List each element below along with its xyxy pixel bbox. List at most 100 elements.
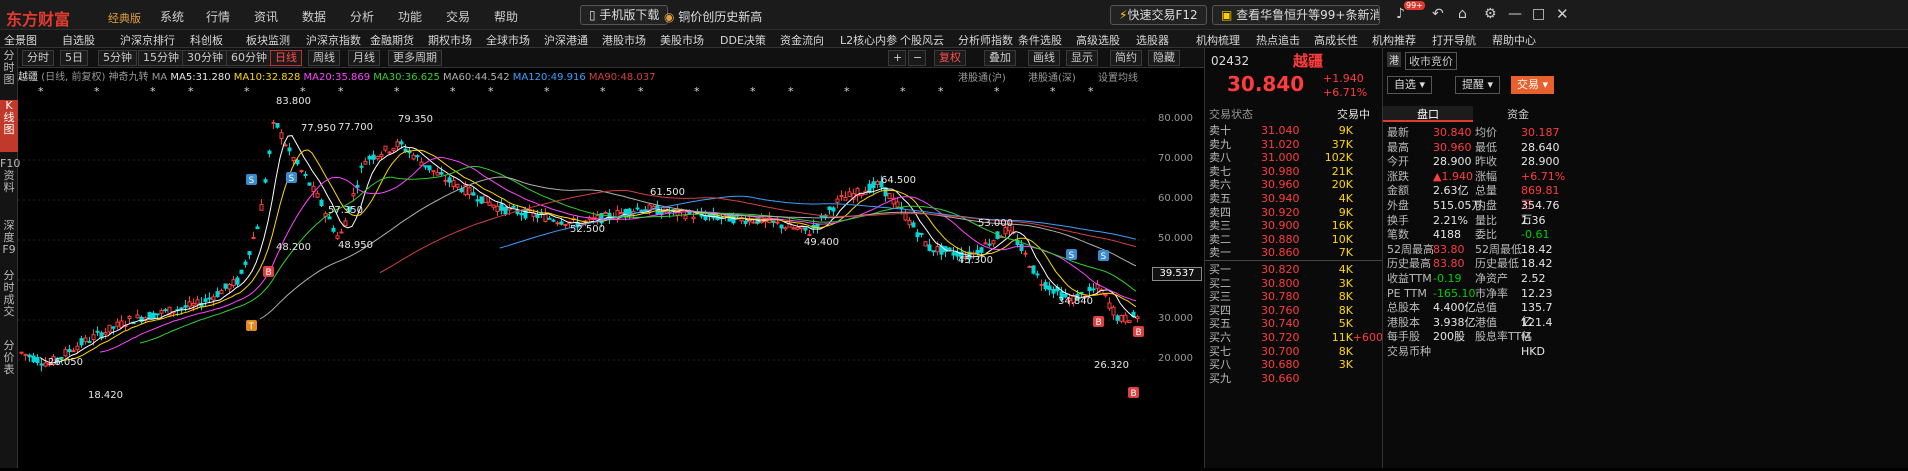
period-5min[interactable]: 5分钟 — [98, 50, 137, 66]
tab-timeshare[interactable]: 分时图 — [0, 50, 18, 96]
period-day[interactable]: 日线 — [270, 50, 302, 66]
nav-options[interactable]: 期权市场 — [428, 32, 472, 48]
maximize-icon[interactable]: □ — [1532, 6, 1545, 22]
nav-analyst[interactable]: 分析师指数 — [958, 32, 1013, 48]
nav-star-market[interactable]: 科创板 — [190, 32, 223, 48]
candle-body — [103, 332, 108, 335]
ma-settings-button[interactable]: 设置均线 — [1098, 69, 1138, 84]
menu-help[interactable]: 帮助 — [494, 8, 518, 25]
period-15min[interactable]: 15分钟 — [138, 50, 184, 66]
nav-global[interactable]: 全球市场 — [486, 32, 530, 48]
watchlist-dropdown[interactable]: 自选 ▾ — [1387, 76, 1433, 94]
nav-us[interactable]: 美股市场 — [660, 32, 704, 48]
simple-button[interactable]: 简约 — [1110, 50, 1142, 66]
hide-button[interactable]: 隐藏 — [1148, 50, 1180, 66]
nav-fund-flow[interactable]: 资金流向 — [780, 32, 824, 48]
period-more[interactable]: 更多周期 — [388, 50, 442, 66]
period-60min[interactable]: 60分钟 — [226, 50, 272, 66]
buy-level-row[interactable]: 买六 30.720 11K +600 — [1205, 331, 1383, 344]
trade-button[interactable]: 交易 ▾ — [1511, 76, 1555, 94]
kline-chart[interactable]: * * * * * * * * * * * * * * * * * * * * * * B T S S B B S S B 83.800 7… — [18, 84, 1204, 468]
sell-level-row[interactable]: 卖一 30.860 7K — [1205, 246, 1383, 259]
buy-level-row[interactable]: 买四 30.760 8K — [1205, 304, 1383, 317]
overlay-button[interactable]: 叠加 — [984, 50, 1016, 66]
buy-level-row[interactable]: 买三 30.780 8K — [1205, 290, 1383, 303]
nav-index[interactable]: 沪深京指数 — [306, 32, 361, 48]
period-5day[interactable]: 5日 — [60, 50, 88, 66]
menu-news[interactable]: 资讯 — [254, 8, 278, 25]
menu-system[interactable]: 系统 — [160, 8, 184, 25]
message-ticker[interactable]: ▣ 查看华鲁恒升等99+条新消息 — [1212, 5, 1380, 25]
menu-functions[interactable]: 功能 — [398, 8, 422, 25]
nav-watchlist[interactable]: 自选股 — [62, 32, 95, 48]
zoom-out-icon[interactable]: − — [908, 50, 926, 66]
nav-sector-monitor[interactable]: 板块监测 — [246, 32, 290, 48]
nav-connect[interactable]: 沪深港通 — [544, 32, 588, 48]
hk-connect-sh[interactable]: 港股通(沪) — [958, 69, 1006, 84]
sell-level-row[interactable]: 卖七 30.980 21K — [1205, 165, 1383, 178]
hk-connect-sz[interactable]: 港股通(深) — [1028, 69, 1076, 84]
tab-kline[interactable]: K线图 — [0, 100, 18, 152]
sell-level-row[interactable]: 卖四 30.920 9K — [1205, 206, 1383, 219]
nav-open-guide[interactable]: 打开导航 — [1432, 32, 1476, 48]
nav-growth[interactable]: 高成长性 — [1314, 32, 1358, 48]
period-30min[interactable]: 30分钟 — [182, 50, 228, 66]
nav-l2[interactable]: L2核心内参 — [840, 32, 897, 48]
menu-trade[interactable]: 交易 — [446, 8, 470, 25]
tab-capital[interactable]: 资金 — [1473, 106, 1563, 122]
sell-level-row[interactable]: 卖八 31.000 102K — [1205, 151, 1383, 164]
closing-auction-tag[interactable]: 收市竞价 — [1405, 52, 1457, 70]
tab-price-table[interactable]: 分价表 — [0, 340, 18, 388]
sell-level-row[interactable]: 卖三 30.900 16K — [1205, 219, 1383, 232]
sell-level-row[interactable]: 卖九 31.020 37K — [1205, 138, 1383, 151]
buy-level-row[interactable]: 买一 30.820 4K — [1205, 263, 1383, 276]
nav-adv-select[interactable]: 高级选股 — [1076, 32, 1120, 48]
tab-handicap[interactable]: 盘口 — [1383, 106, 1473, 122]
period-month[interactable]: 月线 — [348, 50, 380, 66]
mobile-download-button[interactable]: ▯ 手机版下载 — [580, 5, 669, 25]
buy-level-row[interactable]: 买九 30.660 — [1205, 372, 1383, 385]
sell-level-row[interactable]: 卖五 30.940 4K — [1205, 192, 1383, 205]
sell-level-row[interactable]: 卖六 30.960 20K — [1205, 178, 1383, 191]
nav-screener[interactable]: 选股器 — [1136, 32, 1169, 48]
buy-level-row[interactable]: 买八 30.680 3K — [1205, 358, 1383, 371]
tab-depth[interactable]: 深度F9 — [0, 220, 18, 266]
settings-icon[interactable]: ⚙ — [1484, 6, 1497, 22]
display-button[interactable]: 显示 — [1066, 50, 1098, 66]
nav-recommend[interactable]: 机构推荐 — [1372, 32, 1416, 48]
nav-ranking[interactable]: 沪深京排行 — [120, 32, 175, 48]
news-headline[interactable]: ◉ 铜价创历史新高 — [664, 8, 762, 25]
close-icon[interactable]: ✕ — [1556, 5, 1569, 23]
adjust-button[interactable]: 复权 — [934, 50, 966, 66]
menu-analysis[interactable]: 分析 — [350, 8, 374, 25]
zoom-in-icon[interactable]: + — [888, 50, 906, 66]
nav-hk[interactable]: 港股市场 — [602, 32, 646, 48]
sell-level-row[interactable]: 卖十 31.040 9K — [1205, 124, 1383, 137]
fast-trade-button[interactable]: ⚡快速交易F12 — [1110, 5, 1207, 25]
buy-level-row[interactable]: 买五 30.740 5K — [1205, 317, 1383, 330]
period-timeshare[interactable]: 分时 — [22, 50, 54, 66]
nav-panorama[interactable]: 全景图 — [4, 32, 37, 48]
nav-futures[interactable]: 金融期货 — [370, 32, 414, 48]
buy-level-row[interactable]: 买七 30.700 8K — [1205, 345, 1383, 358]
draw-line-button[interactable]: 画线 — [1028, 50, 1060, 66]
tab-f10[interactable]: F10资料 — [0, 158, 20, 216]
back-icon[interactable]: ↶ — [1432, 6, 1444, 22]
nav-hotspot[interactable]: 热点追击 — [1256, 32, 1300, 48]
remind-button[interactable]: 提醒 ▾ — [1455, 76, 1501, 94]
home-icon[interactable]: ⌂ — [1458, 6, 1467, 22]
period-week[interactable]: 周线 — [308, 50, 340, 66]
indicator-label[interactable]: 神奇九转 — [109, 72, 149, 83]
minimize-icon[interactable]: — — [1508, 6, 1522, 22]
menu-data[interactable]: 数据 — [302, 8, 326, 25]
menu-quotes[interactable]: 行情 — [206, 8, 230, 25]
tab-trades[interactable]: 分时成交 — [0, 270, 18, 334]
nav-condition[interactable]: 条件选股 — [1018, 32, 1062, 48]
buy-level-row[interactable]: 买二 30.800 3K — [1205, 277, 1383, 290]
nav-institutions[interactable]: 机构梳理 — [1196, 32, 1240, 48]
nav-help-center[interactable]: 帮助中心 — [1492, 32, 1536, 48]
sell-level-row[interactable]: 卖二 30.880 10K — [1205, 233, 1383, 246]
bell-icon[interactable]: ♪ — [1396, 6, 1405, 22]
nav-dde[interactable]: DDE决策 — [720, 32, 766, 48]
nav-stock-news[interactable]: 个股风云 — [900, 32, 944, 48]
